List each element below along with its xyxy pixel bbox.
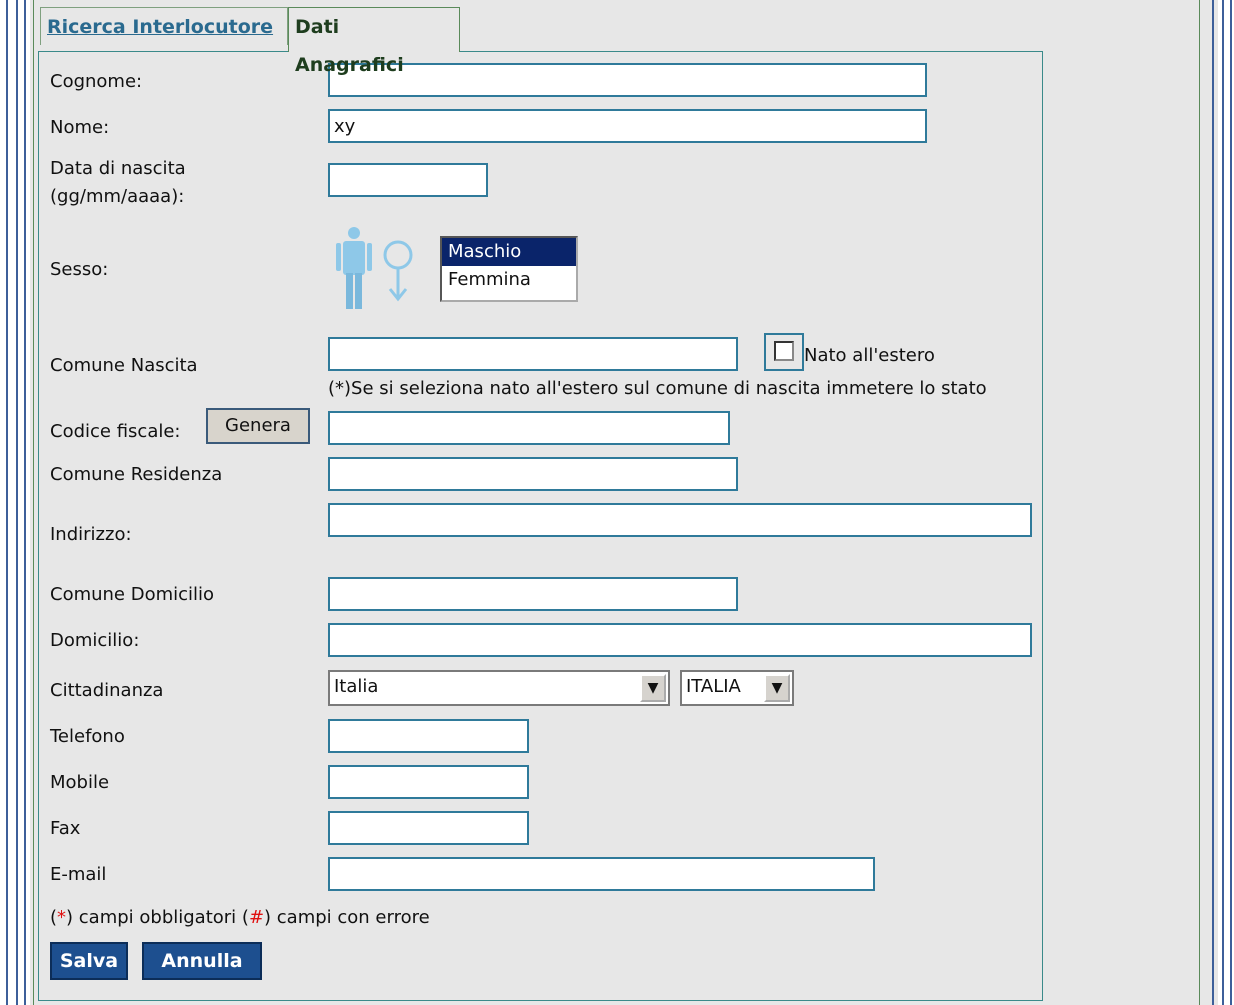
legend-required-text: ) campi obbligatori (	[66, 907, 249, 928]
frame-line	[1212, 0, 1214, 1005]
save-button[interactable]: Salva	[50, 942, 128, 980]
telefono-label: Telefono	[50, 726, 125, 747]
nato-estero-note: (*)Se si seleziona nato all'estero sul c…	[328, 378, 987, 399]
indirizzo-input[interactable]	[328, 503, 1032, 537]
nato-estero-label: Nato all'estero	[804, 345, 935, 366]
data-nascita-input[interactable]	[328, 163, 488, 197]
legend-error-text: ) campi con errore	[264, 907, 430, 928]
comune-domicilio-input[interactable]	[328, 577, 738, 611]
codice-fiscale-input[interactable]	[328, 411, 730, 445]
frame-line	[16, 0, 18, 1005]
telefono-input[interactable]	[328, 719, 529, 753]
cognome-input[interactable]	[328, 63, 927, 97]
tab-ricerca-label[interactable]: Ricerca Interlocutore	[47, 16, 273, 38]
tab-dati-label: Dati Anagrafici	[295, 16, 404, 76]
genera-button[interactable]: Genera	[206, 408, 310, 444]
comune-residenza-input[interactable]	[328, 457, 738, 491]
frame-line	[1222, 0, 1224, 1005]
codice-fiscale-label: Codice fiscale:	[50, 421, 181, 442]
cancel-button[interactable]: Annulla	[142, 942, 262, 980]
tab-dati-anagrafici[interactable]: Dati Anagrafici	[288, 7, 460, 76]
cittadinanza-code-value: ITALIA	[686, 676, 741, 697]
fax-label: Fax	[50, 818, 81, 839]
cittadinanza-code-select[interactable]: ITALIA ▼	[680, 670, 794, 706]
legend-open: (	[50, 907, 58, 928]
nome-label: Nome:	[50, 117, 110, 138]
nome-input[interactable]	[328, 109, 927, 143]
domicilio-label: Domicilio:	[50, 630, 140, 651]
cittadinanza-value: Italia	[334, 676, 379, 697]
cittadinanza-select[interactable]: Italia ▼	[328, 670, 670, 706]
mobile-label: Mobile	[50, 772, 110, 793]
frame-line	[1230, 0, 1232, 1005]
legend-error-mark: #	[248, 907, 265, 928]
checkbox-box[interactable]	[774, 341, 794, 361]
cittadinanza-label: Cittadinanza	[50, 680, 164, 701]
chevron-down-icon[interactable]: ▼	[764, 674, 790, 702]
frame-line	[1199, 0, 1200, 1005]
frame-line	[24, 0, 26, 1005]
sesso-icons	[332, 225, 436, 313]
domicilio-input[interactable]	[328, 623, 1032, 657]
sesso-option-maschio[interactable]: Maschio	[442, 238, 576, 266]
nato-estero-checkbox[interactable]	[764, 333, 804, 371]
email-label: E-mail	[50, 864, 107, 885]
comune-nascita-input[interactable]	[328, 337, 738, 371]
sesso-label: Sesso:	[50, 259, 109, 280]
indirizzo-label: Indirizzo:	[50, 524, 132, 545]
mobile-input[interactable]	[328, 765, 529, 799]
sesso-option-femmina[interactable]: Femmina	[442, 266, 576, 294]
tab-ricerca-interlocutore[interactable]: Ricerca Interlocutore	[40, 7, 288, 45]
comune-residenza-label: Comune Residenza	[50, 464, 223, 485]
data-nascita-label: Data di nascita	[50, 158, 186, 179]
sesso-listbox[interactable]: Maschio Femmina	[440, 236, 578, 302]
male-figure-icon	[336, 227, 413, 309]
frame-line	[6, 0, 8, 1005]
chevron-down-icon[interactable]: ▼	[640, 674, 666, 702]
legend-text: (*) campi obbligatori (#) campi con erro…	[50, 906, 430, 930]
frame-line	[33, 0, 34, 1005]
legend-required-mark: *	[57, 907, 67, 928]
comune-domicilio-label: Comune Domicilio	[50, 584, 215, 605]
fax-input[interactable]	[328, 811, 529, 845]
cognome-label: Cognome:	[50, 71, 143, 92]
comune-nascita-label: Comune Nascita	[50, 355, 198, 376]
email-input[interactable]	[328, 857, 875, 891]
data-nascita-format-label: (gg/mm/aaaa):	[50, 186, 185, 207]
